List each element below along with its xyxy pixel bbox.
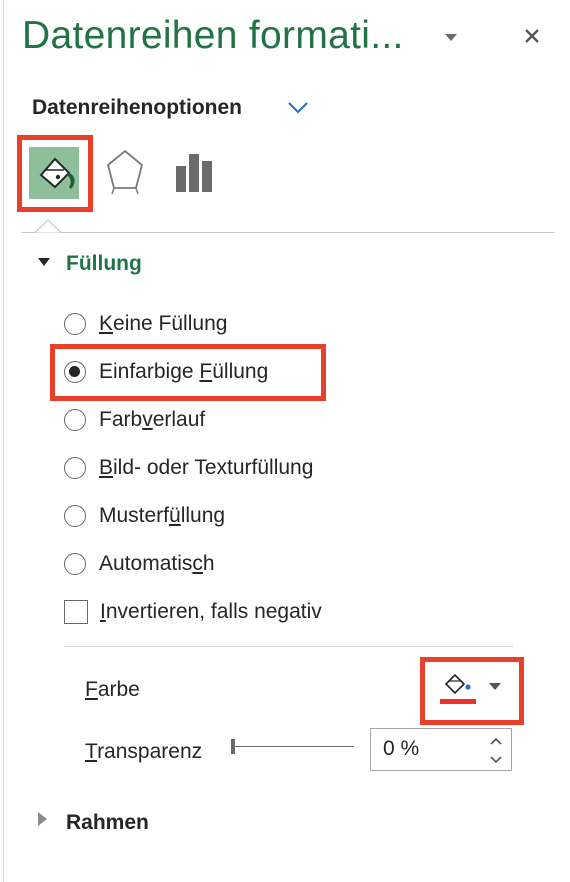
gradient-fill-radio[interactable]: [64, 409, 86, 431]
border-section-title[interactable]: Rahmen: [66, 811, 149, 835]
no-fill-option[interactable]: Keine Füllung: [64, 308, 227, 340]
spin-up-icon[interactable]: [489, 736, 503, 746]
no-fill-label: Keine Füllung: [99, 312, 228, 335]
effects-tab[interactable]: [105, 148, 145, 196]
solid-fill-label: Einfarbige Füllung: [99, 360, 269, 383]
spin-down-icon[interactable]: [489, 755, 503, 765]
chevron-down-icon[interactable]: [286, 98, 310, 118]
pane-title: Datenreihen formati...: [22, 14, 404, 57]
automatic-fill-label: Automatisch: [99, 552, 215, 575]
pattern-fill-option[interactable]: Musterfüllung: [64, 500, 225, 532]
color-label: Farbe: [85, 678, 140, 701]
picture-fill-option[interactable]: Bild- oder Texturfüllung: [64, 452, 313, 484]
invert-if-negative-option[interactable]: Invertieren, falls negativ: [64, 596, 322, 628]
invert-if-negative-checkbox[interactable]: [64, 600, 88, 624]
fill-line-tab[interactable]: [19, 137, 91, 209]
transparency-slider-thumb[interactable]: [231, 739, 235, 754]
invert-if-negative-label: Invertieren, falls negativ: [100, 600, 322, 623]
collapsed-triangle-icon[interactable]: [38, 812, 47, 826]
selected-tab-indicator: [35, 219, 61, 233]
fill-color-button[interactable]: [437, 668, 507, 708]
pattern-fill-label: Musterfüllung: [99, 504, 226, 527]
expanded-triangle-icon[interactable]: [38, 258, 50, 266]
solid-fill-option[interactable]: Einfarbige Füllung: [64, 356, 268, 388]
fill-section-title[interactable]: Füllung: [66, 252, 142, 276]
color-swatch: [440, 699, 476, 704]
paint-bucket-icon: [39, 157, 75, 189]
transparency-spinbox[interactable]: 0 %: [370, 728, 512, 771]
automatic-fill-option[interactable]: Automatisch: [64, 548, 215, 580]
pane-left-border: [3, 0, 4, 882]
section-divider: [64, 646, 513, 647]
caret-down-icon[interactable]: [489, 683, 501, 690]
caret-down-icon[interactable]: [445, 34, 457, 41]
pattern-fill-radio[interactable]: [64, 505, 86, 527]
transparency-slider-track[interactable]: [232, 746, 354, 747]
no-fill-radio[interactable]: [64, 313, 86, 335]
gradient-fill-label: Farbverlauf: [99, 408, 206, 431]
gradient-fill-option[interactable]: Farbverlauf: [64, 404, 205, 436]
series-options-tab[interactable]: [172, 148, 216, 196]
series-options-dropdown[interactable]: Datenreihenoptionen: [32, 96, 242, 120]
picture-fill-label: Bild- oder Texturfüllung: [99, 456, 314, 479]
transparency-label: Transparenz: [85, 740, 203, 763]
transparency-value[interactable]: 0 %: [383, 737, 419, 761]
tab-underline: [22, 232, 554, 233]
close-icon[interactable]: [518, 20, 546, 52]
picture-fill-radio[interactable]: [64, 457, 86, 479]
automatic-fill-radio[interactable]: [64, 553, 86, 575]
solid-fill-radio[interactable]: [64, 361, 86, 383]
